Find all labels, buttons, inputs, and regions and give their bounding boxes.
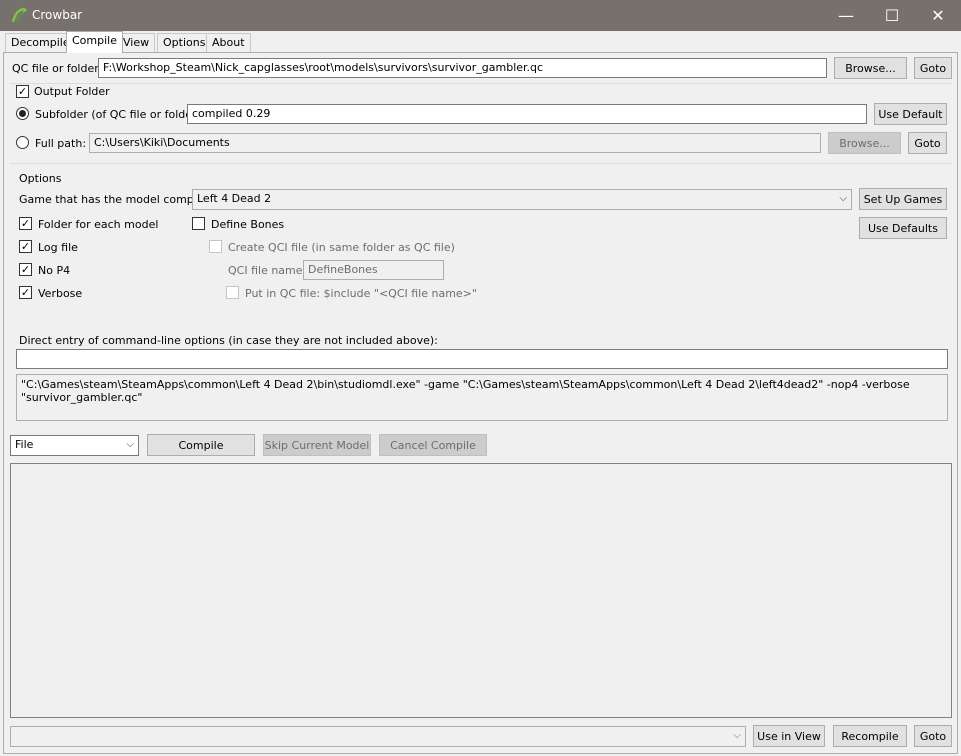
- maximize-button[interactable]: ☐: [869, 0, 915, 31]
- qc-file-label: QC file or folder:: [12, 62, 103, 75]
- command-line-preview: "C:\Games\steam\SteamApps\common\Left 4 …: [16, 374, 948, 421]
- direct-entry-input[interactable]: [16, 349, 948, 369]
- subfolder-label: Subfolder (of QC file or folder):: [35, 108, 205, 121]
- minimize-button[interactable]: —: [823, 0, 869, 31]
- close-button[interactable]: ✕: [915, 0, 961, 31]
- verbose-label: Verbose: [38, 287, 83, 300]
- direct-entry-label: Direct entry of command-line options (in…: [19, 334, 438, 347]
- output-folder-label: Output Folder: [34, 85, 110, 98]
- chevron-down-icon: ⌵: [839, 193, 847, 204]
- chevron-down-icon: ⌵: [126, 439, 134, 450]
- subfolder-input[interactable]: compiled 0.29: [187, 104, 867, 124]
- tab-about[interactable]: About: [206, 33, 251, 52]
- radio-selected-dot: [19, 110, 26, 117]
- qc-file-input[interactable]: F:\Workshop_Steam\Nick_capglasses\root\m…: [98, 58, 827, 78]
- subfolder-radio[interactable]: [16, 107, 29, 120]
- bottom-goto-button[interactable]: Goto: [914, 725, 952, 747]
- options-divider: [10, 163, 952, 164]
- no-p4-label: No P4: [38, 264, 71, 277]
- qc-goto-button[interactable]: Goto: [914, 57, 952, 79]
- output-file-select[interactable]: ⌵: [10, 726, 746, 747]
- fullpath-radio[interactable]: [16, 136, 29, 149]
- log-file-checkbox[interactable]: ✓: [19, 240, 32, 253]
- fullpath-label: Full path:: [35, 137, 87, 150]
- log-file-label: Log file: [38, 241, 78, 254]
- setup-games-button[interactable]: Set Up Games: [859, 188, 947, 210]
- output-folder-checkbox[interactable]: ✓: [16, 85, 29, 98]
- chevron-down-icon: ⌵: [733, 730, 741, 741]
- define-bones-checkbox[interactable]: [192, 217, 205, 230]
- fullpath-goto-button[interactable]: Goto: [908, 132, 947, 154]
- tab-compile[interactable]: Compile: [66, 31, 123, 53]
- title-bar[interactable]: Crowbar — ☐ ✕: [0, 0, 961, 31]
- game-select-value: Left 4 Dead 2: [197, 192, 272, 205]
- maximize-icon: ☐: [884, 6, 900, 25]
- crowbar-app-icon: [11, 7, 28, 23]
- create-qci-checkbox[interactable]: [209, 240, 222, 253]
- put-in-qc-label: Put in QC file: $include "<QCI file name…: [245, 287, 477, 300]
- tab-options[interactable]: Options: [157, 33, 212, 52]
- qc-browse-button[interactable]: Browse...: [834, 57, 907, 79]
- use-default-button[interactable]: Use Default: [874, 103, 947, 125]
- folder-each-model-checkbox[interactable]: ✓: [19, 217, 32, 230]
- qci-name-label: QCI file name:: [228, 264, 307, 277]
- no-p4-checkbox[interactable]: ✓: [19, 263, 32, 276]
- qci-name-input[interactable]: DefineBones: [303, 260, 444, 280]
- create-qci-label: Create QCI file (in same folder as QC fi…: [228, 241, 455, 254]
- compile-log-area[interactable]: [10, 463, 952, 718]
- minimize-icon: —: [838, 6, 854, 25]
- use-defaults-button[interactable]: Use Defaults: [859, 217, 947, 239]
- window-title: Crowbar: [32, 8, 83, 22]
- mode-select[interactable]: File ⌵: [10, 435, 139, 456]
- mode-select-value: File: [15, 438, 34, 451]
- recompile-button[interactable]: Recompile: [833, 725, 907, 747]
- cancel-compile-button[interactable]: Cancel Compile: [379, 434, 487, 456]
- game-select[interactable]: Left 4 Dead 2 ⌵: [192, 189, 852, 210]
- skip-current-model-button[interactable]: Skip Current Model: [263, 434, 371, 456]
- close-icon: ✕: [931, 6, 945, 25]
- options-label: Options: [19, 172, 62, 185]
- use-in-view-button[interactable]: Use in View: [753, 725, 825, 747]
- game-label: Game that has the model compiler:: [19, 193, 215, 206]
- verbose-checkbox[interactable]: ✓: [19, 286, 32, 299]
- fullpath-browse-button[interactable]: Browse...: [828, 132, 901, 154]
- put-in-qc-checkbox[interactable]: [226, 286, 239, 299]
- output-divider: [10, 83, 952, 84]
- folder-each-model-label: Folder for each model: [38, 218, 159, 231]
- tab-decompile[interactable]: Decompile: [5, 33, 76, 52]
- define-bones-label: Define Bones: [211, 218, 285, 231]
- compile-button[interactable]: Compile: [147, 434, 255, 456]
- fullpath-input[interactable]: C:\Users\Kiki\Documents: [89, 133, 821, 153]
